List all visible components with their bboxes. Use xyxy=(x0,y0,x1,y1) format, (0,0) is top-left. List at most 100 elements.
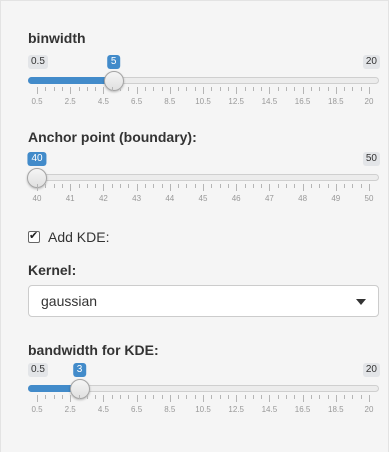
slider-major-tick xyxy=(70,87,72,94)
slider-minor-tick xyxy=(78,184,80,188)
bandwidth-kde-label: bandwidth for KDE: xyxy=(28,342,159,358)
slider-tick-label: 2.5 xyxy=(64,97,76,106)
slider-minor-tick xyxy=(286,184,287,188)
slider-value-bubble: 40 xyxy=(27,152,47,166)
slider-tick-label: 16.5 xyxy=(294,97,311,106)
caret-down-icon xyxy=(356,299,366,305)
slider-minor-tick xyxy=(78,395,80,399)
slider-minor-tick xyxy=(128,395,130,399)
slider-minor-tick xyxy=(294,395,296,399)
slider-minor-tick xyxy=(153,87,155,91)
slider-tick-label: 12.5 xyxy=(228,97,244,106)
slider-major-tick xyxy=(169,395,171,402)
slider-tick-label: 0.5 xyxy=(31,97,43,106)
slider-tick-label: 44 xyxy=(165,194,175,203)
slider-minor-tick xyxy=(53,87,55,91)
slider-minor-tick xyxy=(61,395,63,399)
slider-minor-tick xyxy=(277,395,279,399)
slider-tick-label: 18.5 xyxy=(328,97,344,106)
slider-tick-label: 14.5 xyxy=(261,97,278,106)
slider-minor-tick xyxy=(252,395,254,399)
slider-major-tick xyxy=(236,87,238,94)
slider-minor-tick xyxy=(219,87,221,91)
slider-minor-tick xyxy=(161,87,163,91)
slider-tick-label: 12.5 xyxy=(228,405,244,414)
slider-minor-tick xyxy=(186,395,188,399)
slider-minor-tick xyxy=(344,184,346,188)
slider-minor-tick xyxy=(86,87,88,91)
slider-minor-tick xyxy=(327,395,329,399)
slider-tick-label: 20 xyxy=(364,405,374,414)
slider-minor-tick xyxy=(261,395,263,399)
slider-min-label: 0.5 xyxy=(28,363,48,377)
slider-track[interactable] xyxy=(28,174,379,181)
binwidth-slider[interactable]: 0.5 20 5 0.5 2.5 4.5 6.5 8.5 10.5 12.5 14.5 16.5 18.… xyxy=(1,55,391,115)
slider-major-tick xyxy=(103,87,105,94)
slider-minor-tick xyxy=(352,184,354,188)
slider-minor-tick xyxy=(252,184,254,188)
slider-major-tick xyxy=(203,395,204,402)
slider-minor-tick xyxy=(310,184,312,188)
slider-minor-tick xyxy=(186,184,188,188)
slider-major-tick xyxy=(302,184,304,191)
slider-tick-label: 40 xyxy=(32,194,42,203)
add-kde-checkbox[interactable]: ✔ xyxy=(28,230,40,243)
slider-minor-tick xyxy=(153,184,155,188)
slider-minor-tick xyxy=(319,395,321,399)
slider-minor-tick xyxy=(310,395,312,399)
slider-major-tick xyxy=(302,87,304,94)
slider-major-tick xyxy=(37,395,38,402)
slider-minor-tick xyxy=(352,395,354,399)
slider-tick-label: 10.5 xyxy=(195,405,211,414)
slider-minor-tick xyxy=(327,87,329,91)
slider-minor-tick xyxy=(219,184,221,188)
slider-tick-label: 49 xyxy=(331,194,341,203)
slider-major-tick xyxy=(169,87,171,94)
slider-minor-tick xyxy=(344,395,346,399)
slider-tick-label: 6.5 xyxy=(131,97,143,106)
slider-major-tick xyxy=(302,395,304,402)
slider-minor-tick xyxy=(61,87,63,91)
slider-tick-label: 41 xyxy=(65,194,75,203)
slider-tick-label: 42 xyxy=(98,194,108,203)
slider-major-tick xyxy=(70,184,72,191)
slider-minor-tick xyxy=(344,87,346,91)
slider-minor-tick xyxy=(120,87,121,91)
slider-minor-tick xyxy=(310,87,312,91)
slider-major-tick xyxy=(335,184,337,191)
kernel-select[interactable]: gaussian xyxy=(28,285,379,317)
slider-minor-tick xyxy=(227,395,229,399)
slider-fill xyxy=(28,77,114,84)
slider-minor-tick xyxy=(95,184,97,188)
slider-minor-tick xyxy=(178,87,180,91)
slider-minor-tick xyxy=(219,395,221,399)
slider-minor-tick xyxy=(277,184,279,188)
slider-minor-tick xyxy=(360,184,362,188)
slider-minor-tick xyxy=(161,184,163,188)
slider-tick-label: 2.5 xyxy=(64,405,76,414)
slider-minor-tick xyxy=(86,184,88,188)
slider-minor-tick xyxy=(360,87,362,91)
slider-tick-label: 10.5 xyxy=(195,97,211,106)
slider-minor-tick xyxy=(286,395,287,399)
slider-major-tick xyxy=(203,87,204,94)
slider-minor-tick xyxy=(78,87,80,91)
slider-minor-tick xyxy=(53,184,55,188)
slider-minor-tick xyxy=(194,395,196,399)
anchor-point-slider[interactable]: 4050404041424344454647484950 xyxy=(1,152,391,212)
slider-major-tick xyxy=(103,395,105,402)
slider-minor-tick xyxy=(111,87,113,91)
slider-tick-label: 0.5 xyxy=(31,405,43,414)
slider-minor-tick xyxy=(128,184,130,188)
slider-tick-label: 50 xyxy=(364,194,374,203)
slider-minor-tick xyxy=(128,87,130,91)
slider-minor-tick xyxy=(261,184,263,188)
slider-minor-tick xyxy=(294,87,296,91)
sidebar-panel: binwidth 0.5 20 5 0.5 2.5 4.5 6.5 8.5 10.5 12.5 14… xyxy=(0,0,389,452)
slider-tick-label: 45 xyxy=(198,194,208,203)
slider-tick-label: 4.5 xyxy=(97,405,109,414)
slider-minor-tick xyxy=(111,395,113,399)
add-kde-checkbox-row[interactable]: ✔ Add KDE: xyxy=(28,229,109,245)
bandwidth-kde-slider[interactable]: 0.5 20 3 0.5 2.5 4.5 6.5 8.5 10.5 12.5 14.5 16.5 18.… xyxy=(1,363,391,423)
slider-major-tick xyxy=(136,87,138,94)
